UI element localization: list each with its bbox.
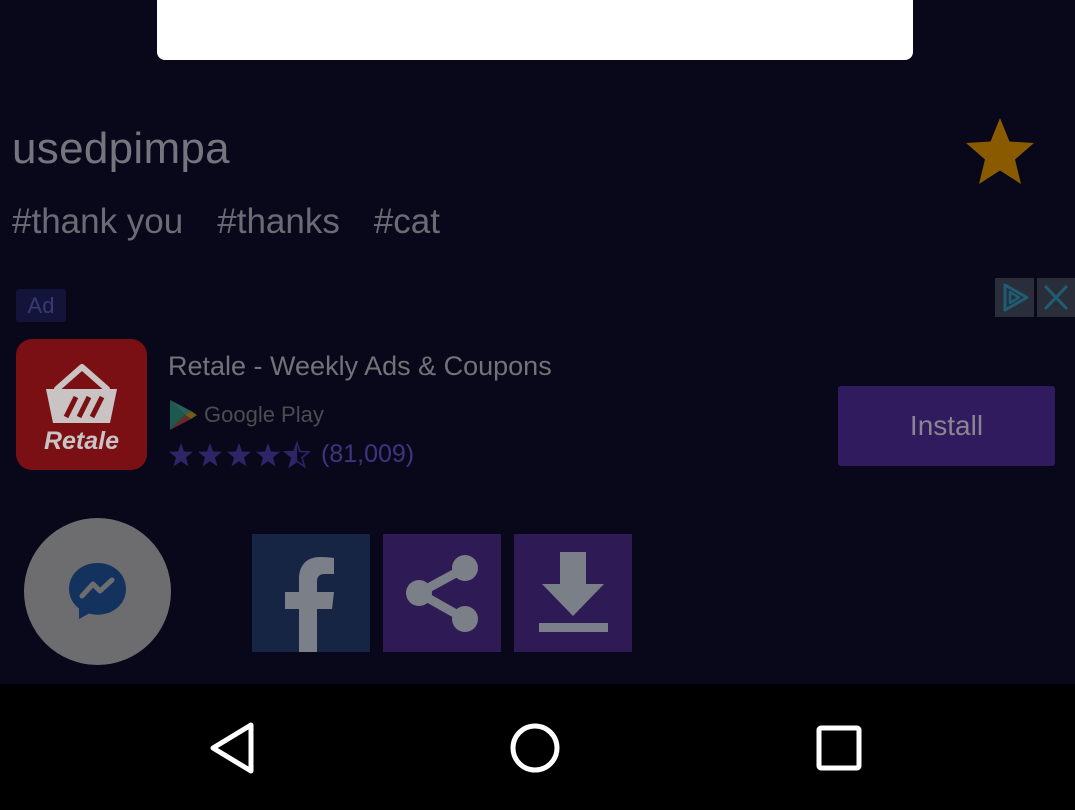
rating-count: (81,009) xyxy=(321,440,415,468)
tag-item[interactable]: #cat xyxy=(374,202,440,242)
tag-item[interactable]: #thank you xyxy=(12,202,183,242)
recent-square-icon[interactable] xyxy=(811,720,867,776)
rating-row: (81,009) xyxy=(168,440,414,469)
home-circle-icon[interactable] xyxy=(507,720,563,776)
top-card xyxy=(157,0,913,60)
share-button[interactable] xyxy=(383,534,501,652)
facebook-share-button[interactable] xyxy=(252,534,370,652)
ad-badge: Ad xyxy=(16,289,66,322)
tag-item[interactable]: #thanks xyxy=(217,202,340,242)
app-icon-label: Retale xyxy=(43,427,120,455)
ad-title[interactable]: Retale - Weekly Ads & Coupons xyxy=(168,351,552,382)
rating-stars-icon xyxy=(169,441,310,467)
tag-list: #thank you #thanks #cat xyxy=(12,202,440,242)
post-username[interactable]: usedpimpa xyxy=(12,124,230,174)
messenger-share-button[interactable] xyxy=(24,518,171,665)
install-button[interactable]: Install xyxy=(838,386,1055,466)
download-button[interactable] xyxy=(514,534,632,652)
store-label: Google Play xyxy=(204,402,324,427)
close-icon[interactable] xyxy=(1037,278,1075,317)
share-icon xyxy=(406,555,478,632)
messenger-icon xyxy=(69,563,126,619)
back-triangle-icon[interactable] xyxy=(205,720,261,776)
store-row: Google Play xyxy=(168,399,324,431)
star-icon[interactable] xyxy=(962,114,1038,190)
google-play-icon xyxy=(170,400,197,430)
download-icon xyxy=(539,552,608,632)
screen: usedpimpa #thank you #thanks #cat Ad Ret… xyxy=(0,0,1075,810)
facebook-icon xyxy=(285,557,334,652)
adchoices-icon[interactable] xyxy=(995,278,1034,317)
ad-app-icon[interactable]: Retale xyxy=(16,339,147,470)
system-nav-bar xyxy=(0,684,1075,810)
